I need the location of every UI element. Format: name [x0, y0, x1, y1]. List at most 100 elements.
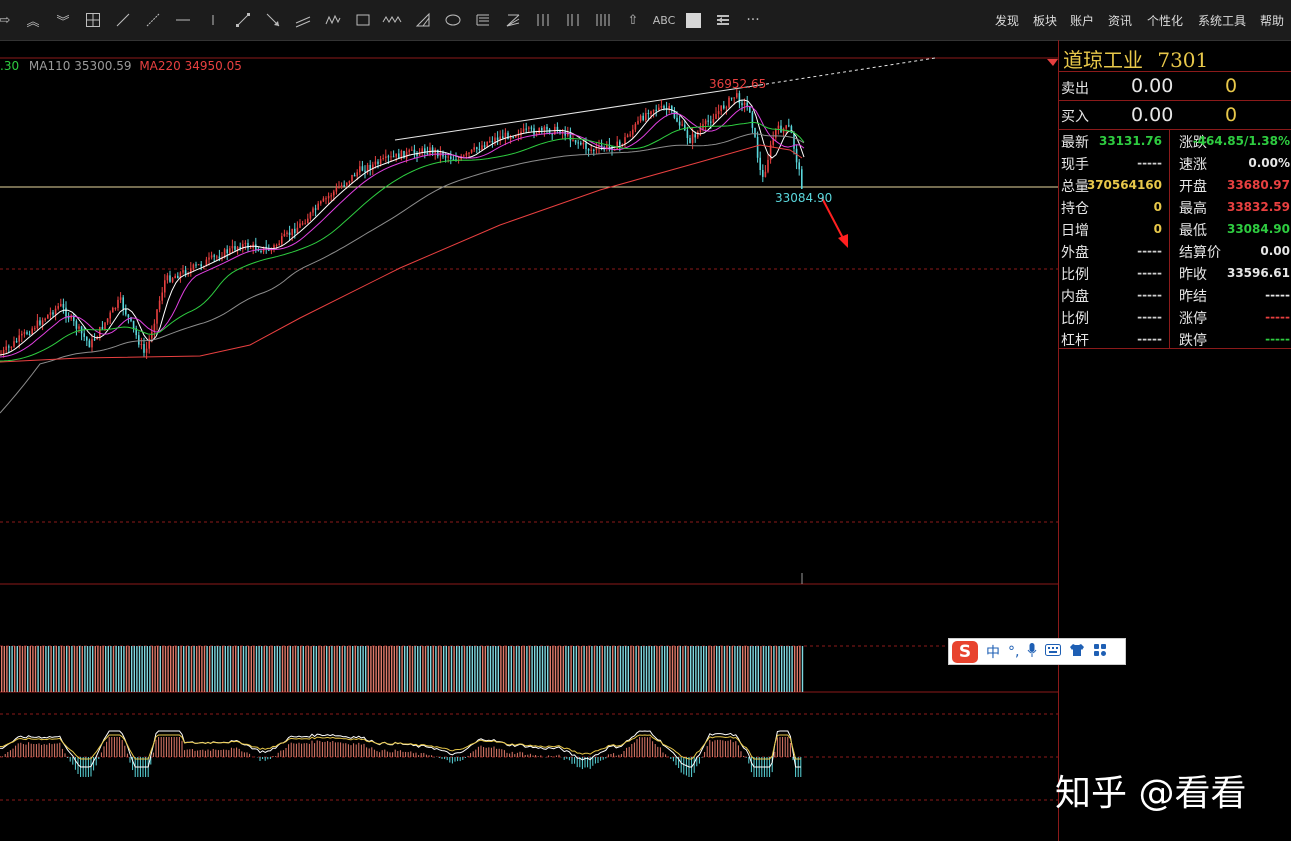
quote-value: 370564160: [1086, 178, 1162, 192]
candle-body: [541, 128, 543, 131]
ellipse-tool-icon[interactable]: [442, 9, 464, 31]
candle-body: [322, 198, 325, 202]
text-tool-icon[interactable]: ABC: [650, 9, 678, 31]
volume-bar: [370, 646, 372, 692]
volume-bar: [123, 646, 125, 692]
volume-bar: [643, 646, 645, 692]
candle-body: [283, 234, 286, 237]
menu-help[interactable]: 帮助: [1260, 12, 1284, 29]
buy-price: 0.00: [1131, 104, 1174, 126]
candle-body: [390, 156, 392, 158]
double-chevron-up-icon[interactable]: ︽: [22, 9, 44, 31]
ime-brand-icon[interactable]: S: [952, 640, 978, 663]
volume-bar: [164, 646, 167, 692]
volume-bar: [1, 646, 3, 692]
volume-bar: [736, 646, 739, 692]
menu-account[interactable]: 账户: [1070, 12, 1094, 29]
quote-value: 0: [1153, 200, 1162, 214]
grid-icon[interactable]: [1093, 643, 1107, 661]
volume-bar: [768, 646, 770, 692]
menu-sector[interactable]: 板块: [1033, 12, 1057, 29]
gann-fan-icon[interactable]: [502, 9, 524, 31]
volume-bar: [411, 646, 414, 692]
volume-bar: [708, 646, 710, 692]
candle-body: [699, 129, 702, 132]
candle-body: [785, 125, 787, 129]
ime-chinese-toggle[interactable]: 中: [986, 642, 1000, 662]
volume-bar: [24, 646, 26, 692]
volume-bar: [315, 646, 317, 692]
quote-value: 33131.76: [1098, 134, 1162, 148]
menu-discover[interactable]: 发现: [995, 12, 1019, 29]
volume-bar: [739, 646, 741, 692]
candle-body: [374, 161, 377, 165]
keyboard-icon[interactable]: [1045, 643, 1062, 660]
rectangle-tool-icon[interactable]: [352, 9, 374, 31]
corner-marker: [1047, 59, 1058, 66]
volume-bar: [791, 646, 793, 692]
fibonacci-tool-icon[interactable]: [472, 9, 494, 31]
candle-body: [10, 346, 13, 348]
cycle-lines-icon[interactable]: [592, 9, 614, 31]
candle-body: [525, 128, 527, 130]
up-arrow-icon[interactable]: ⇧: [622, 9, 644, 31]
mic-icon[interactable]: [1027, 642, 1037, 662]
horizontal-line-icon[interactable]: [172, 9, 194, 31]
arrow-right-icon[interactable]: ⇨: [0, 9, 16, 31]
candle-body: [385, 156, 387, 159]
candle-body: [34, 328, 36, 330]
wave-tool-icon[interactable]: [322, 9, 344, 31]
candle-body: [28, 333, 31, 335]
volume-bar: [648, 646, 650, 692]
volume-bar: [79, 646, 81, 692]
volume-bar: [437, 646, 440, 692]
ray-tool-icon[interactable]: [142, 9, 164, 31]
trend-line-extension: [759, 57, 936, 86]
ime-punctuation-toggle[interactable]: °,: [1008, 644, 1019, 660]
more-icon[interactable]: ···: [742, 9, 764, 31]
fib-time-icon[interactable]: [562, 9, 584, 31]
down-arrow-line-icon[interactable]: [262, 9, 284, 31]
candle-body: [647, 112, 650, 114]
volume-bar: [435, 646, 437, 692]
volume-bar: [383, 646, 385, 692]
line-tool-icon[interactable]: [112, 9, 134, 31]
candle-body: [156, 309, 158, 324]
sell-price: 0.00: [1131, 75, 1174, 97]
shirt-icon[interactable]: [1069, 643, 1085, 661]
instrument-code: 7301: [1157, 48, 1209, 72]
menu-system-tools[interactable]: 系统工具: [1198, 12, 1246, 29]
menu-personalize[interactable]: 个性化: [1147, 12, 1183, 29]
settings-icon[interactable]: [712, 9, 734, 31]
candle-body: [234, 246, 236, 250]
candle-body: [530, 127, 533, 129]
volume-bar: [752, 646, 754, 692]
volume-bar: [365, 646, 367, 692]
candlestick-chart[interactable]: 36952.65 33084.90: [0, 40, 1058, 841]
volume-bar: [144, 646, 146, 692]
volume-bar: [734, 646, 736, 692]
ime-toolbar[interactable]: S 中 °,: [948, 638, 1126, 665]
volume-bar: [640, 646, 642, 692]
menu-news[interactable]: 资讯: [1108, 12, 1132, 29]
parallel-line-icon[interactable]: [292, 9, 314, 31]
double-chevron-down-icon[interactable]: ︾: [52, 9, 74, 31]
candle-body: [125, 308, 127, 315]
candle-body: [78, 326, 80, 329]
color-box-icon[interactable]: [682, 9, 704, 31]
period-lines-icon[interactable]: [532, 9, 554, 31]
candle-body: [275, 245, 278, 247]
vertical-line-icon[interactable]: [202, 9, 224, 31]
layout-grid-icon[interactable]: [82, 9, 104, 31]
volume-bar: [53, 646, 55, 692]
triangle-tool-icon[interactable]: [412, 9, 434, 31]
candle-body: [348, 180, 351, 183]
volume-bar: [261, 646, 263, 692]
zigzag-tool-icon[interactable]: [382, 9, 404, 31]
quote-label: 内盘: [1061, 289, 1089, 305]
volume-bar: [747, 646, 749, 692]
candle-body: [473, 147, 475, 150]
arrow-line-icon[interactable]: [232, 9, 254, 31]
candle-body: [52, 312, 54, 315]
volume-bar: [599, 646, 601, 692]
